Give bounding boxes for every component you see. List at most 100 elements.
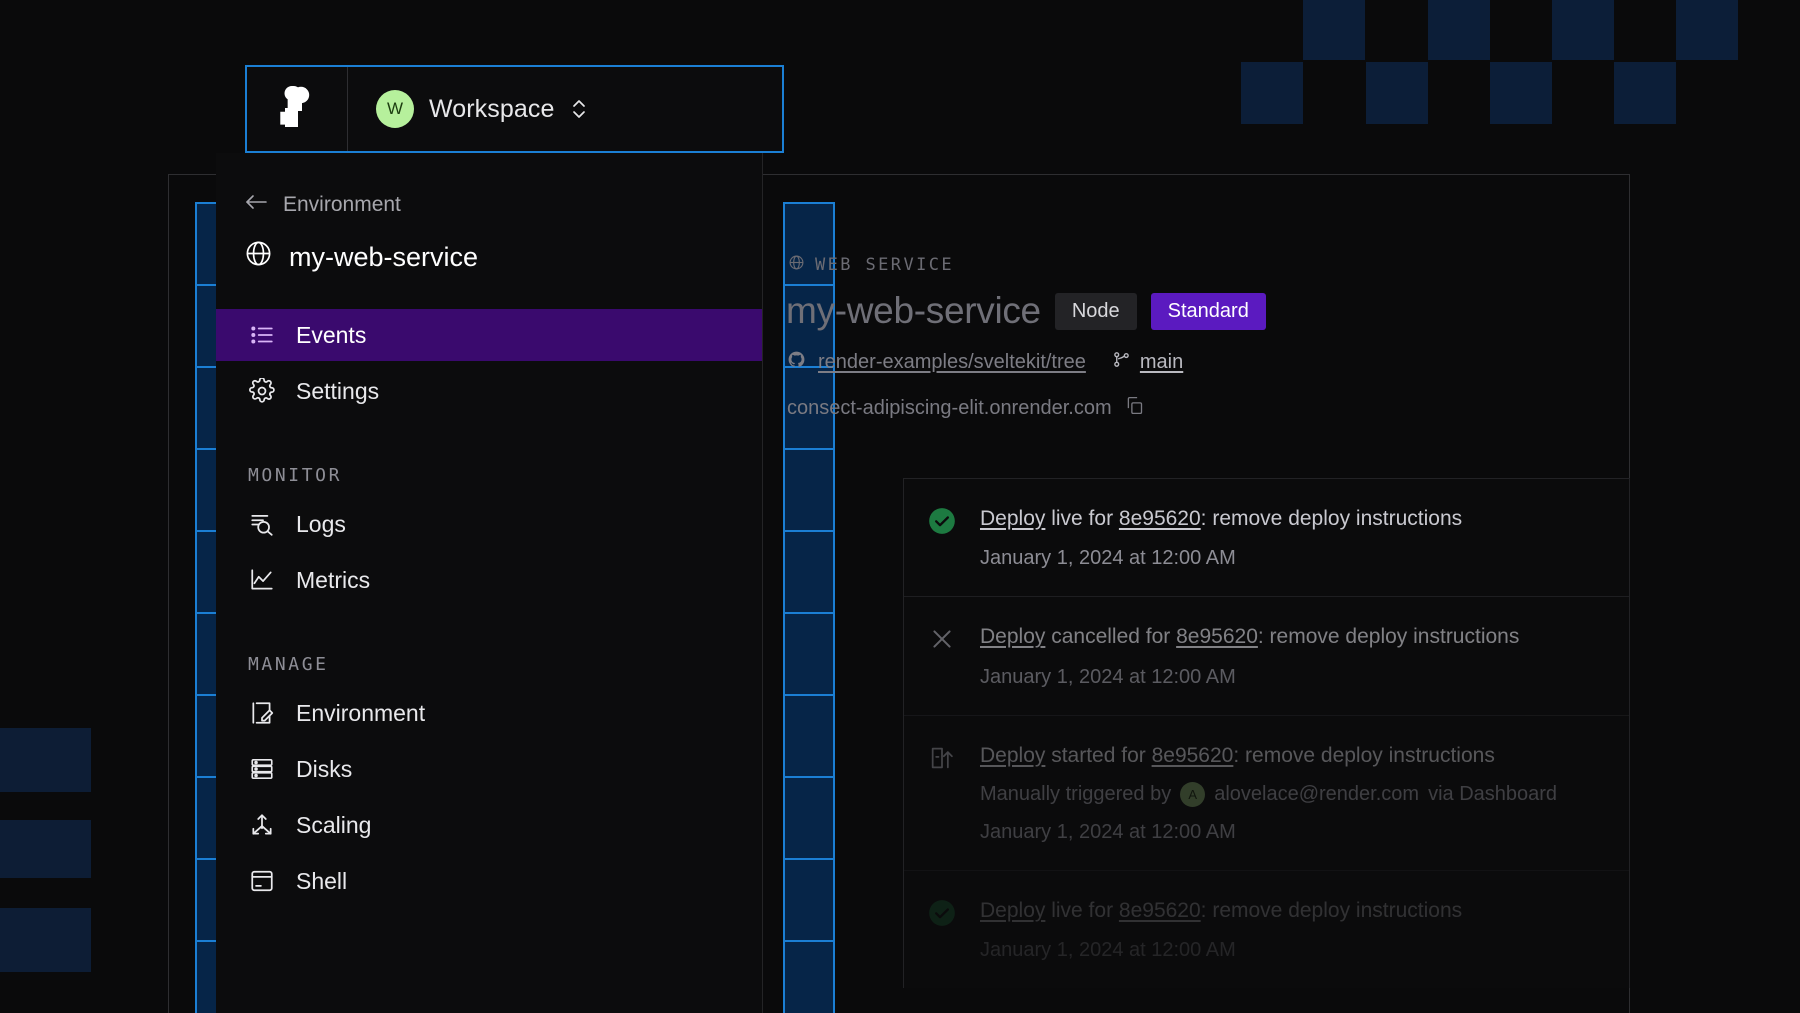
app-root: WEB SERVICE my-web-service Node Standard… xyxy=(0,0,1800,1013)
chevron-up-down-icon[interactable] xyxy=(570,96,588,122)
env-edit-icon xyxy=(248,699,276,727)
sidebar-nav-primary: Events Settings xyxy=(216,309,762,417)
arrow-left-icon[interactable] xyxy=(244,193,268,217)
page-title: my-web-service xyxy=(786,290,1041,332)
globe-icon xyxy=(244,239,273,275)
sidebar-item-label: Events xyxy=(296,322,366,349)
trigger-prefix: Manually triggered by xyxy=(980,783,1171,806)
event-message: Deploy live for 8e95620: remove deploy i… xyxy=(980,505,1607,533)
sidebar-item-metrics[interactable]: Metrics xyxy=(216,554,762,606)
commit-link[interactable]: 8e95620 xyxy=(1152,744,1234,767)
deco-checker-cell xyxy=(1490,62,1552,124)
breadcrumb[interactable]: Environment xyxy=(216,179,762,217)
sidebar-item-label: Metrics xyxy=(296,567,370,594)
sidebar-item-label: Shell xyxy=(296,868,347,895)
commit-link[interactable]: 8e95620 xyxy=(1176,625,1258,648)
deco-checker-cell xyxy=(1676,0,1738,60)
sidebar-item-label: Environment xyxy=(296,700,425,727)
event-message: Deploy live for 8e95620: remove deploy i… xyxy=(980,897,1607,925)
breadcrumb-label: Environment xyxy=(283,193,401,217)
sidebar: Environment my-web-service Events xyxy=(216,153,763,1013)
sidebar-item-label: Logs xyxy=(296,511,346,538)
deco-checker-cell xyxy=(1366,62,1428,124)
workspace-avatar: W xyxy=(376,90,414,128)
commit-link[interactable]: 8e95620 xyxy=(1119,507,1201,530)
scaling-arrows-icon xyxy=(248,811,276,839)
git-branch-icon xyxy=(1112,350,1131,375)
copy-icon[interactable] xyxy=(1124,395,1145,422)
event-timestamp: January 1, 2024 at 12:00 AM xyxy=(980,547,1607,570)
event-timestamp: January 1, 2024 at 12:00 AM xyxy=(980,666,1607,689)
workspace-switcher[interactable]: W Workspace xyxy=(348,67,782,151)
runtime-badge: Node xyxy=(1055,293,1137,330)
repo-link[interactable]: render-examples/sveltekit/tree xyxy=(818,351,1086,374)
github-icon xyxy=(787,350,806,375)
list-icon xyxy=(248,321,276,349)
check-circle-icon xyxy=(928,505,960,570)
sidebar-service-name: my-web-service xyxy=(289,242,478,273)
deco-navy-block xyxy=(0,728,91,792)
service-title-row: my-web-service Node Standard xyxy=(764,276,1630,332)
event-text: started for xyxy=(1045,744,1151,767)
sidebar-item-settings[interactable]: Settings xyxy=(216,365,762,417)
event-text: live for xyxy=(1045,507,1119,530)
event-suffix: : remove deploy instructions xyxy=(1233,744,1494,767)
sidebar-item-events[interactable]: Events xyxy=(216,309,762,361)
deco-navy-block xyxy=(0,908,91,972)
sidebar-item-disks[interactable]: Disks xyxy=(216,743,762,795)
deploy-link[interactable]: Deploy xyxy=(980,899,1045,922)
event-message: Deploy cancelled for 8e95620: remove dep… xyxy=(980,623,1607,651)
deploy-link[interactable]: Deploy xyxy=(980,744,1045,767)
events-card: Deploy live for 8e95620: remove deploy i… xyxy=(903,478,1630,988)
check-circle-icon xyxy=(928,897,960,962)
disks-icon xyxy=(248,755,276,783)
main-content: WEB SERVICE my-web-service Node Standard… xyxy=(764,174,1630,1013)
trigger-suffix: via Dashboard xyxy=(1428,783,1557,806)
commit-link[interactable]: 8e95620 xyxy=(1119,899,1201,922)
service-kicker-label: WEB SERVICE xyxy=(815,255,954,275)
sidebar-item-shell[interactable]: Shell xyxy=(216,855,762,907)
event-trigger: Manually triggered by A alovelace@render… xyxy=(980,782,1607,807)
sidebar-item-environment[interactable]: Environment xyxy=(216,687,762,739)
deploy-link[interactable]: Deploy xyxy=(980,507,1045,530)
top-bar: W Workspace xyxy=(245,65,784,153)
table-row[interactable]: Deploy live for 8e95620: remove deploy i… xyxy=(904,479,1629,597)
event-suffix: : remove deploy instructions xyxy=(1258,625,1519,648)
render-logo-icon xyxy=(277,86,317,133)
sidebar-item-label: Disks xyxy=(296,756,352,783)
shell-window-icon xyxy=(248,867,276,895)
line-chart-icon xyxy=(248,566,276,594)
gear-icon xyxy=(248,377,276,405)
sidebar-item-label: Settings xyxy=(296,378,379,405)
sidebar-section-manage: MANAGE xyxy=(216,610,762,683)
event-timestamp: January 1, 2024 at 12:00 AM xyxy=(980,939,1607,962)
event-suffix: : remove deploy instructions xyxy=(1201,899,1462,922)
trigger-user: alovelace@render.com xyxy=(1214,783,1419,806)
workspace-name: Workspace xyxy=(429,95,555,124)
sidebar-section-monitor: MONITOR xyxy=(216,421,762,494)
deco-checker-cell xyxy=(1428,0,1490,60)
branch-link[interactable]: main xyxy=(1140,351,1183,374)
event-message: Deploy started for 8e95620: remove deplo… xyxy=(980,742,1607,770)
table-row[interactable]: Deploy started for 8e95620: remove deplo… xyxy=(904,716,1629,871)
sidebar-item-scaling[interactable]: Scaling xyxy=(216,799,762,851)
sidebar-item-label: Scaling xyxy=(296,812,371,839)
sidebar-item-logs[interactable]: Logs xyxy=(216,498,762,550)
logo-button[interactable] xyxy=(247,67,348,151)
event-text: live for xyxy=(1045,899,1119,922)
event-body: Deploy cancelled for 8e95620: remove dep… xyxy=(980,623,1607,688)
deco-navy-block xyxy=(0,820,91,878)
x-icon xyxy=(928,623,960,688)
table-row[interactable]: Deploy live for 8e95620: remove deploy i… xyxy=(904,871,1629,988)
deploy-link[interactable]: Deploy xyxy=(980,625,1045,648)
event-body: Deploy started for 8e95620: remove deplo… xyxy=(980,742,1607,844)
service-kicker: WEB SERVICE xyxy=(764,254,1630,276)
globe-icon xyxy=(788,254,805,276)
service-repo-row: render-examples/sveltekit/tree main xyxy=(764,332,1630,375)
deco-checker-cell xyxy=(1552,0,1614,60)
event-body: Deploy live for 8e95620: remove deploy i… xyxy=(980,897,1607,962)
logs-search-icon xyxy=(248,510,276,538)
event-suffix: : remove deploy instructions xyxy=(1201,507,1462,530)
table-row[interactable]: Deploy cancelled for 8e95620: remove dep… xyxy=(904,597,1629,715)
service-url: consect-adipiscing-elit.onrender.com xyxy=(787,397,1112,420)
